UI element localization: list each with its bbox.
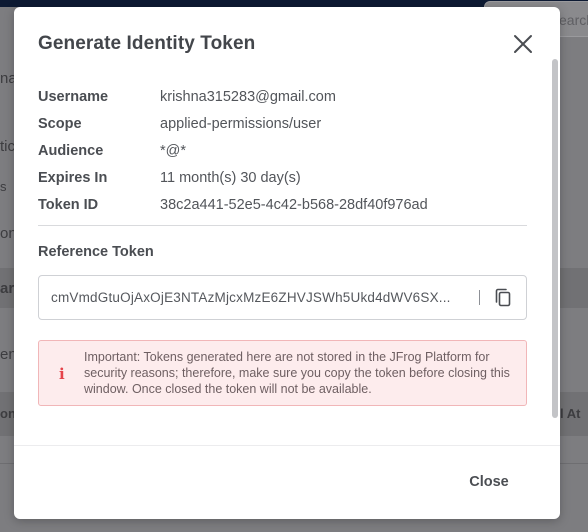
close-icon[interactable] (512, 33, 534, 55)
reference-token-field[interactable]: cmVmdGtuOjAxOjE3NTAzMjcxMzE6ZHVJSWh5Ukd4… (38, 275, 527, 320)
info-icon: i (59, 365, 65, 383)
detail-label: Token ID (38, 196, 99, 213)
field-separator (479, 290, 480, 305)
username-value: krishna315283@gmail.com (160, 88, 336, 105)
background-text: tic (0, 138, 15, 155)
expires-value: 11 month(s) 30 day(s) (160, 169, 301, 186)
detail-label: Username (38, 88, 109, 105)
scope-value: applied-permissions/user (160, 115, 322, 132)
token-id-value: 38c2a441-52e5-4c42-b568-28df40f976ad (160, 196, 428, 213)
detail-row-username: Username krishna315283@gmail.com (38, 83, 428, 110)
detail-label: Scope (38, 115, 82, 132)
detail-row-token-id: Token ID 38c2a441-52e5-4c42-b568-28df40f… (38, 191, 428, 218)
alert-message: Important: Tokens generated here are not… (84, 350, 510, 396)
detail-label: Audience (38, 142, 104, 159)
audience-value: *@* (160, 142, 187, 159)
detail-label: Expires In (38, 169, 108, 186)
section-divider (38, 225, 527, 226)
scrollbar-thumb[interactable] (552, 59, 558, 418)
copy-icon[interactable] (494, 288, 512, 308)
modal-title: Generate Identity Token (38, 33, 256, 54)
warning-alert: i Important: Tokens generated here are n… (38, 340, 527, 406)
token-details: Username krishna315283@gmail.com Scope a… (38, 83, 428, 218)
background-text: ar (0, 280, 15, 297)
detail-row-scope: Scope applied-permissions/user (38, 110, 428, 137)
background-text: l At (560, 406, 581, 421)
close-button[interactable]: Close (454, 467, 524, 497)
background-text: s (0, 179, 7, 194)
detail-row-expires: Expires In 11 month(s) 30 day(s) (38, 164, 428, 191)
reference-token-label: Reference Token (38, 244, 154, 260)
generate-token-modal: Generate Identity Token Username krishna… (14, 7, 560, 519)
footer-divider (14, 445, 560, 446)
detail-row-audience: Audience *@* (38, 137, 428, 164)
reference-token-value[interactable]: cmVmdGtuOjAxOjE3NTAzMjcxMzE6ZHVJSWh5Ukd4… (39, 290, 479, 305)
